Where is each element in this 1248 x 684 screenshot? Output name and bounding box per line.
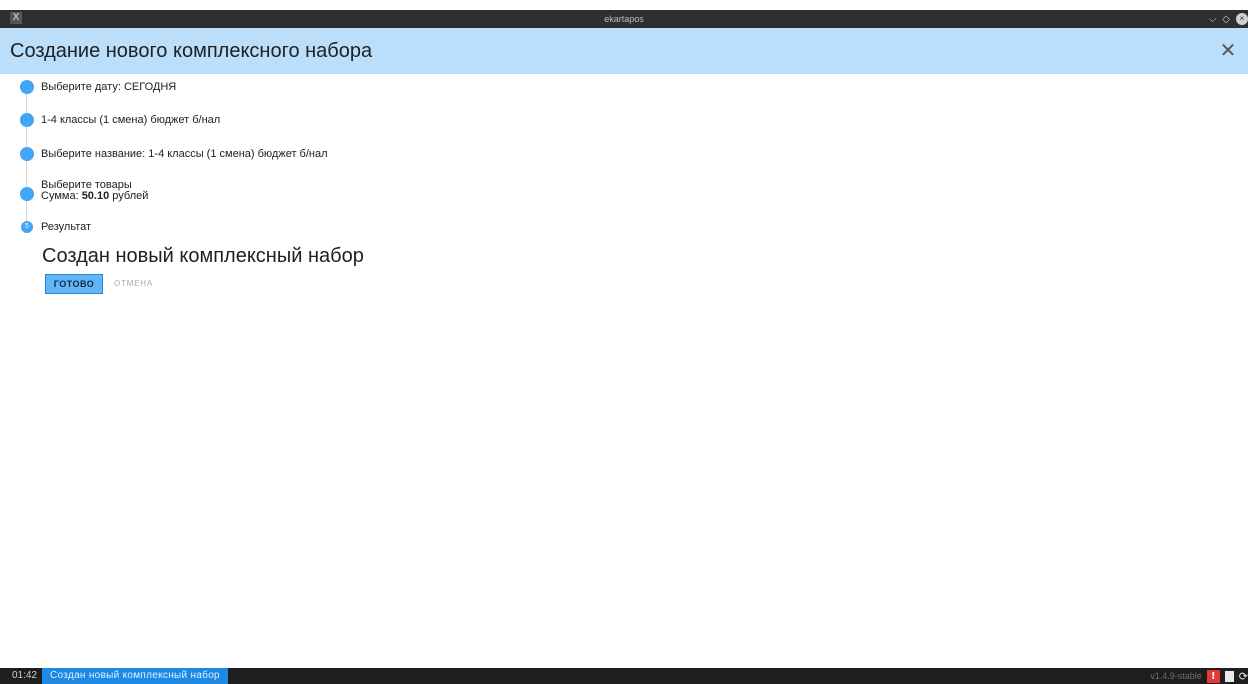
step-name[interactable]: Выберите название: 1-4 классы (1 смена) … [20, 147, 328, 161]
version-label: v1.4.9-stable [1150, 671, 1202, 681]
step-label: Выберите название: 1-4 классы (1 смена) … [41, 148, 328, 160]
close-icon[interactable]: ✕ [1216, 38, 1240, 62]
minimize-icon[interactable]: ⌵ [1209, 14, 1217, 25]
step-label: Результат [41, 221, 92, 233]
step-date[interactable]: Выберите дату: СЕГОДНЯ [20, 80, 176, 94]
window-title: ekartapos [604, 14, 644, 24]
sum-label: Сумма: [41, 190, 79, 202]
window-controls: ⌵ ◇ × [1209, 10, 1248, 28]
sum-value: 50.10 [81, 190, 110, 202]
window-close-icon[interactable]: × [1236, 13, 1248, 25]
warning-icon[interactable]: ! [1206, 669, 1220, 683]
status-message: Создан новый комплексный набор [42, 668, 228, 684]
step-dot [20, 113, 34, 127]
window-titlebar: X ekartapos ⌵ ◇ × [0, 10, 1248, 28]
step-products-text: Выберите товары Сумма: 50.10 рублей [41, 180, 148, 202]
step-dot [20, 187, 34, 201]
status-time: 01:42 [12, 670, 38, 681]
step-number-badge: 5 [21, 221, 33, 233]
step-products[interactable]: Выберите товары Сумма: 50.10 рублей [20, 180, 148, 202]
step-dot [20, 147, 34, 161]
status-bar: 01:42 Создан новый комплексный набор v1.… [0, 668, 1248, 684]
step-class[interactable]: 1-4 классы (1 смена) бюджет б/нал [20, 113, 220, 127]
step-label: Выберите дату: СЕГОДНЯ [41, 81, 177, 93]
step-label: 1-4 классы (1 смена) бюджет б/нал [41, 114, 221, 126]
dialog-header: Создание нового комплексного набора ✕ [0, 28, 1248, 74]
document-icon[interactable] [1224, 670, 1234, 682]
status-right: v1.4.9-stable ! ⟳ [1150, 668, 1248, 684]
page-title: Создание нового комплексного набора [10, 40, 373, 62]
done-button[interactable]: ГОТОВО [45, 274, 103, 294]
step-sum: Сумма: 50.10 рублей [41, 191, 148, 202]
cancel-button[interactable]: ОТМЕНА [114, 274, 153, 294]
maximize-icon[interactable]: ◇ [1222, 14, 1230, 25]
result-message: Создан новый комплексный набор [42, 245, 364, 267]
step-result: 5 Результат [20, 221, 91, 233]
sync-icon[interactable]: ⟳ [1239, 670, 1248, 683]
step-dot [20, 80, 34, 94]
sum-unit: рублей [112, 190, 149, 202]
